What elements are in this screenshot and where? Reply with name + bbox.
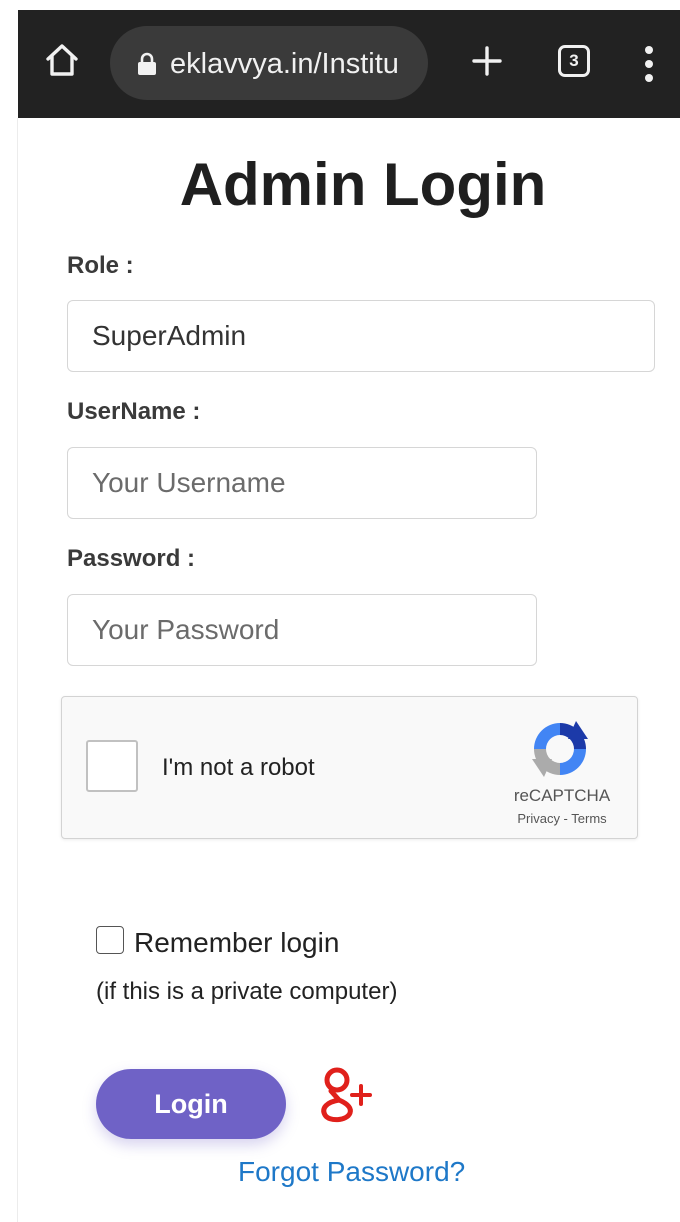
home-icon[interactable]	[44, 42, 80, 78]
browser-toolbar: eklavvya.in/Institu 3	[18, 10, 680, 118]
remember-login-checkbox[interactable]	[96, 926, 124, 954]
role-field[interactable]	[67, 300, 655, 372]
url-text[interactable]: eklavvya.in/Institu	[170, 48, 426, 80]
recaptcha-privacy-terms-link[interactable]: Privacy - Terms	[498, 811, 626, 827]
page-left-edge	[0, 0, 18, 1222]
address-bar[interactable]: eklavvya.in/Institu	[110, 26, 428, 100]
password-label: Password :	[67, 545, 196, 572]
remember-login-note: (if this is a private computer)	[96, 978, 398, 1005]
recaptcha-label: I'm not a robot	[162, 754, 315, 781]
lock-icon	[138, 52, 156, 75]
forgot-password-link[interactable]: Forgot Password?	[238, 1155, 465, 1189]
remember-login-label[interactable]: Remember login	[134, 927, 339, 959]
password-field[interactable]	[67, 594, 537, 666]
recaptcha-logo-icon	[532, 721, 588, 777]
page-title: Admin Login	[179, 151, 547, 218]
recaptcha-brand: reCAPTCHA	[513, 786, 611, 805]
username-field[interactable]	[67, 447, 537, 519]
role-label: Role :	[67, 252, 134, 279]
google-plus-icon[interactable]	[313, 1060, 377, 1124]
tabs-icon[interactable]: 3	[558, 45, 590, 77]
tab-count: 3	[569, 51, 579, 70]
recaptcha-widget: I'm not a robot reCAPTCHA Privacy - Term…	[61, 696, 638, 839]
plus-icon[interactable]	[470, 44, 504, 78]
menu-dots-icon[interactable]	[642, 44, 656, 84]
recaptcha-checkbox[interactable]	[86, 740, 138, 792]
username-label: UserName :	[67, 398, 201, 425]
login-button[interactable]: Login	[96, 1069, 286, 1139]
page-border	[17, 118, 18, 1222]
